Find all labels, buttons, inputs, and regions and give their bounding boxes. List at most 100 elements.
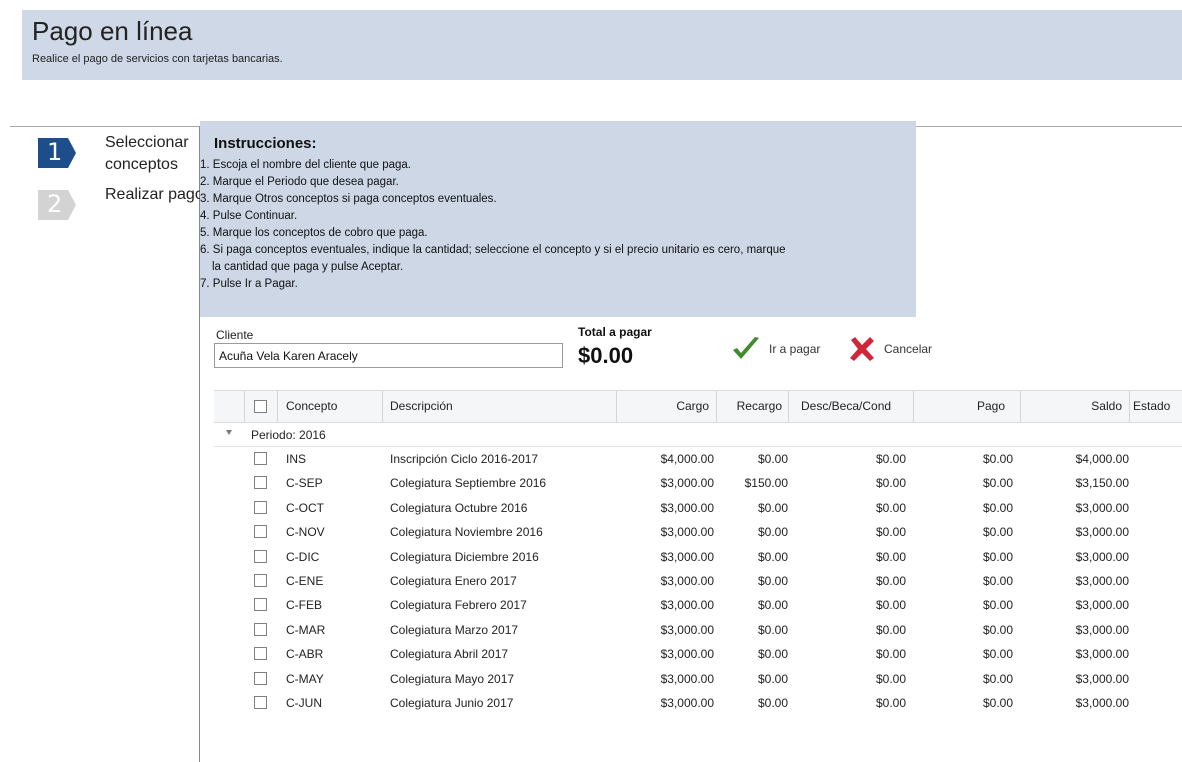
cell-cargo: $3,000.00 xyxy=(660,671,714,686)
pay-button[interactable]: Ir a pagar xyxy=(731,335,820,363)
column-header-desc-beca-cond[interactable]: Desc/Beca/Cond xyxy=(801,391,891,422)
cell-recargo: $150.00 xyxy=(744,476,788,491)
row-checkbox[interactable] xyxy=(254,695,267,709)
column-header-descripcion[interactable]: Descripción xyxy=(390,391,453,422)
cell-pago: $0.00 xyxy=(982,525,1013,540)
cell-saldo: $3,000.00 xyxy=(1075,549,1129,564)
cell-descripcion: Colegiatura Febrero 2017 xyxy=(390,598,527,613)
cell-recargo: $0.00 xyxy=(757,647,788,662)
page-header: Pago en línea Realice el pago de servici… xyxy=(22,10,1182,80)
cell-recargo: $0.00 xyxy=(757,598,788,613)
row-checkbox[interactable] xyxy=(254,573,267,587)
instruction-line: 7. Pulse Ir a Pagar. xyxy=(200,278,298,290)
cell-cargo: $3,000.00 xyxy=(660,525,714,540)
row-checkbox[interactable] xyxy=(254,500,267,514)
cell-saldo: $3,000.00 xyxy=(1075,695,1129,710)
page-subtitle: Realice el pago de servicios con tarjeta… xyxy=(32,53,283,65)
cell-descripcion: Colegiatura Marzo 2017 xyxy=(390,622,519,637)
cell-descripcion: Colegiatura Octubre 2016 xyxy=(390,500,528,515)
instructions-panel: Instrucciones: 1. Escoja el nombre del c… xyxy=(200,121,916,317)
row-checkbox[interactable] xyxy=(254,525,267,539)
table-row[interactable]: C-OCT Colegiatura Octubre 2016 $3,000.00 $0… xyxy=(214,496,1182,520)
instruction-line: 3. Marque Otros conceptos si paga concep… xyxy=(200,193,497,205)
column-header-recargo[interactable]: Recargo xyxy=(716,391,782,422)
column-header-pago[interactable]: Pago xyxy=(913,391,1005,422)
row-checkbox[interactable] xyxy=(254,671,267,685)
instruction-line: 5. Marque los conceptos de cobro que pag… xyxy=(200,227,428,239)
group-label: Periodo: 2016 xyxy=(251,428,326,442)
table-row[interactable]: C-JUN Colegiatura Junio 2017 $3,000.00 $0.0… xyxy=(214,691,1182,715)
cell-descripcion: Colegiatura Septiembre 2016 xyxy=(390,476,547,491)
row-checkbox[interactable] xyxy=(254,622,267,636)
cell-concepto: C-JUN xyxy=(286,695,322,710)
cancel-button[interactable]: Cancelar xyxy=(848,335,932,363)
instruction-line: 6. Si paga conceptos eventuales, indique… xyxy=(200,244,786,256)
cell-cargo: $3,000.00 xyxy=(660,598,714,613)
cell-pago: $0.00 xyxy=(982,452,1013,466)
cell-saldo: $3,000.00 xyxy=(1075,573,1129,588)
cell-cargo: $3,000.00 xyxy=(660,622,714,637)
cell-saldo: $3,000.00 xyxy=(1075,671,1129,686)
cell-cargo: $4,000.00 xyxy=(660,452,714,466)
total-label: Total a pagar xyxy=(578,325,652,339)
concepts-table: Concepto Descripción Cargo Recargo Desc/… xyxy=(214,390,1182,715)
row-checkbox[interactable] xyxy=(254,598,267,612)
cell-concepto: C-FEB xyxy=(286,598,322,613)
cell-recargo: $0.00 xyxy=(757,549,788,564)
cell-pago: $0.00 xyxy=(982,549,1013,564)
cell-cargo: $3,000.00 xyxy=(660,476,714,491)
column-header-cargo[interactable]: Cargo xyxy=(616,391,709,422)
row-checkbox[interactable] xyxy=(254,647,267,661)
cell-cargo: $3,000.00 xyxy=(660,500,714,515)
cell-desc: $0.00 xyxy=(875,500,906,515)
table-header: Concepto Descripción Cargo Recargo Desc/… xyxy=(214,390,1182,423)
cell-concepto: C-SEP xyxy=(286,476,323,491)
cell-descripcion: Colegiatura Noviembre 2016 xyxy=(390,525,543,540)
cell-cargo: $3,000.00 xyxy=(660,647,714,662)
cell-descripcion: Colegiatura Enero 2017 xyxy=(390,573,517,588)
table-row[interactable]: C-MAR Colegiatura Marzo 2017 $3,000.00 $0.0… xyxy=(214,618,1182,642)
table-row[interactable]: C-SEP Colegiatura Septiembre 2016 $3,000.0… xyxy=(214,471,1182,495)
step-1-label: Seleccionar conceptos xyxy=(105,134,189,173)
column-header-estado[interactable]: Estado xyxy=(1133,391,1170,422)
chevron-down-icon[interactable] xyxy=(226,430,232,435)
column-header-concepto[interactable]: Concepto xyxy=(286,391,337,422)
select-all-checkbox[interactable] xyxy=(254,400,267,413)
cell-saldo: $4,000.00 xyxy=(1075,452,1129,466)
cell-concepto: C-MAY xyxy=(286,671,324,686)
cell-saldo: $3,000.00 xyxy=(1075,500,1129,515)
table-row[interactable]: C-NOV Colegiatura Noviembre 2016 $3,000.00… xyxy=(214,520,1182,544)
table-row[interactable]: C-MAY Colegiatura Mayo 2017 $3,000.00 $0.00… xyxy=(214,667,1182,691)
cell-cargo: $3,000.00 xyxy=(660,695,714,710)
page-title: Pago en línea xyxy=(32,16,193,46)
cell-recargo: $0.00 xyxy=(757,573,788,588)
cell-desc: $0.00 xyxy=(875,549,906,564)
cell-descripcion: Colegiatura Abril 2017 xyxy=(390,647,509,662)
cell-descripcion: Colegiatura Junio 2017 xyxy=(390,695,514,710)
column-header-saldo[interactable]: Saldo xyxy=(1020,391,1122,422)
table-row[interactable]: C-DIC Colegiatura Diciembre 2016 $3,000.00… xyxy=(214,545,1182,569)
client-input[interactable] xyxy=(214,343,563,368)
cell-recargo: $0.00 xyxy=(757,695,788,710)
step-1-badge: 1 xyxy=(38,138,76,168)
group-row-period[interactable]: Periodo: 2016 xyxy=(214,423,1182,447)
cell-pago: $0.00 xyxy=(982,598,1013,613)
table-row[interactable]: C-ENE Colegiatura Enero 2017 $3,000.00 $0.0… xyxy=(214,569,1182,593)
cell-desc: $0.00 xyxy=(875,598,906,613)
row-checkbox[interactable] xyxy=(254,476,267,490)
cell-desc: $0.00 xyxy=(875,476,906,491)
table-row[interactable]: C-FEB Colegiatura Febrero 2017 $3,000.00 $0… xyxy=(214,593,1182,617)
cell-concepto: INS xyxy=(286,452,307,466)
row-checkbox[interactable] xyxy=(254,452,267,465)
instruction-line: 4. Pulse Continuar. xyxy=(200,210,298,222)
cell-desc: $0.00 xyxy=(875,671,906,686)
cell-descripcion: Colegiatura Mayo 2017 xyxy=(390,671,515,686)
cell-recargo: $0.00 xyxy=(757,525,788,540)
cell-saldo: $3,150.00 xyxy=(1075,476,1129,491)
cell-pago: $0.00 xyxy=(982,695,1013,710)
cancel-button-label: Cancelar xyxy=(884,342,933,356)
cell-desc: $0.00 xyxy=(875,622,906,637)
table-row[interactable]: INS Inscripción Ciclo 2016-2017 $4,000.00 $… xyxy=(214,447,1182,471)
row-checkbox[interactable] xyxy=(254,549,267,563)
table-row[interactable]: C-ABR Colegiatura Abril 2017 $3,000.00 $0.0… xyxy=(214,642,1182,666)
